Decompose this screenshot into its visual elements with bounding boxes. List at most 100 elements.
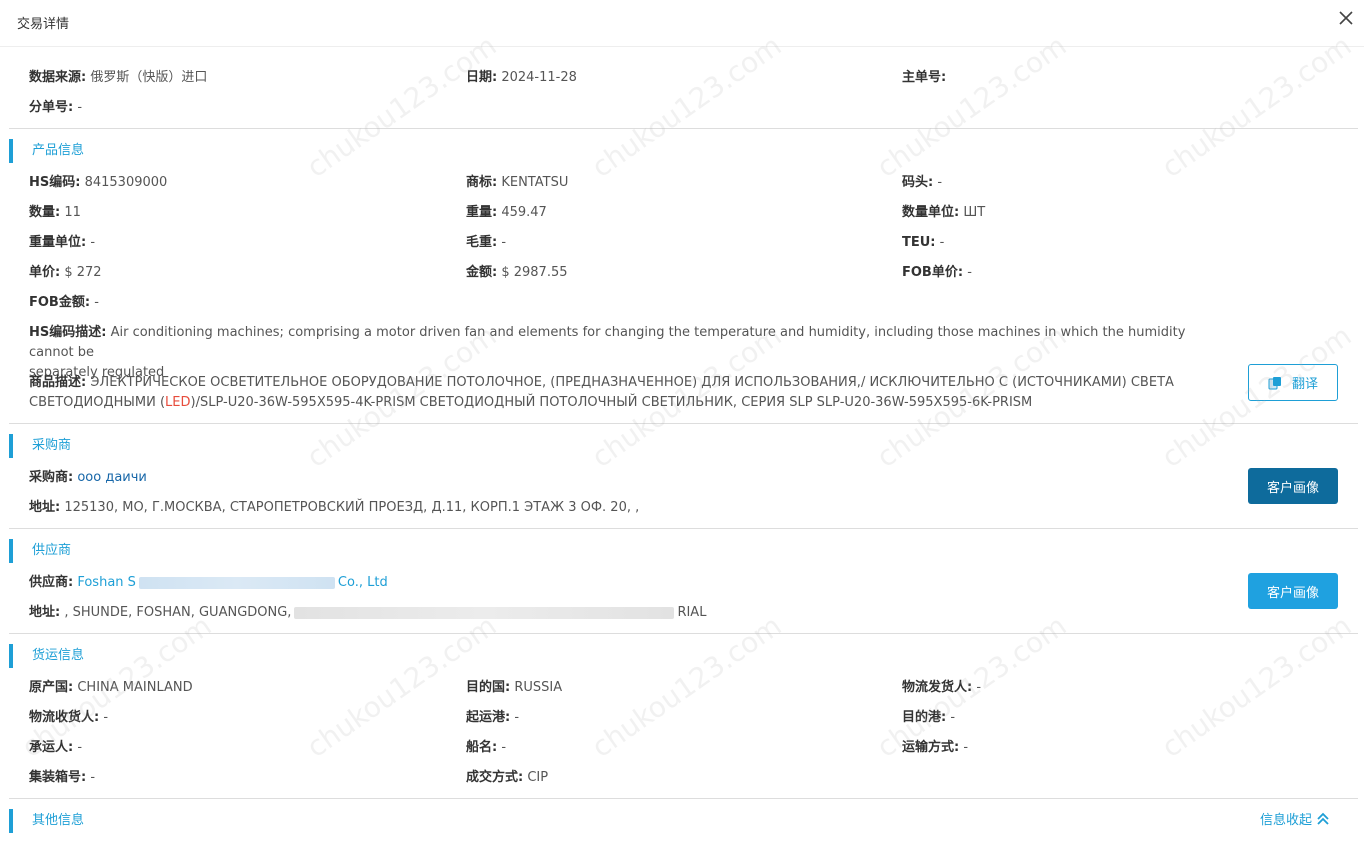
- transport-mode-value: -: [963, 740, 969, 755]
- section-title-supplier: 供应商: [9, 539, 71, 563]
- destination-country-value: RUSSIA: [514, 680, 563, 695]
- brand-value: KENTATSU: [501, 175, 569, 190]
- destination-port-label: 目的港:: [902, 710, 947, 725]
- supplier-name-prefix[interactable]: Foshan S: [77, 575, 136, 590]
- departure-port-value: -: [514, 710, 520, 725]
- fob-unit-price-value: -: [967, 265, 972, 280]
- supplier-address-suffix: RIAL: [677, 605, 707, 620]
- fob-amount-value: -: [94, 295, 99, 310]
- buyer-address-value: 125130, МО, Г.МОСКВА, СТАРОПЕТРОВСКИЙ ПР…: [64, 500, 640, 515]
- destination-port-value: -: [950, 710, 956, 725]
- hs-code-value: 8415309000: [84, 175, 168, 190]
- vessel-name-value: -: [501, 740, 507, 755]
- deal-terms: 成交方式: CIP: [466, 768, 548, 788]
- origin-country-label: 原产国:: [29, 680, 74, 695]
- quantity-label: 数量:: [29, 205, 61, 220]
- buyer-name-link[interactable]: ооо даичи: [77, 470, 147, 485]
- departure-port: 起运港: -: [466, 708, 519, 728]
- origin-country-value: CHINA MAINLAND: [77, 680, 193, 695]
- fob-unit-price: FOB单价: -: [902, 263, 972, 283]
- translate-label: 翻译: [1291, 377, 1318, 392]
- hs-code-label: HS编码:: [29, 175, 81, 190]
- translate-icon: [1268, 376, 1281, 389]
- section-title-product: 产品信息: [9, 139, 84, 163]
- divider: [9, 798, 1358, 799]
- quantity: 数量: 11: [29, 203, 81, 223]
- supplier-address-label: 地址:: [29, 605, 61, 620]
- deal-terms-label: 成交方式:: [466, 770, 524, 785]
- container-number-label: 集装箱号:: [29, 770, 87, 785]
- logistics-shipper-label: 物流发货人:: [902, 680, 973, 695]
- deal-terms-value: CIP: [527, 770, 549, 785]
- logistics-consignee-value: -: [103, 710, 109, 725]
- teu: TEU: -: [902, 233, 944, 253]
- hs-code-description-label: HS编码描述:: [29, 325, 107, 340]
- date: 日期: 2024-11-28: [466, 68, 577, 88]
- dialog-header: 交易详情: [0, 0, 1364, 47]
- translate-button[interactable]: 翻译: [1248, 364, 1338, 401]
- weight: 重量: 459.47: [466, 203, 547, 223]
- section-title-other: 其他信息: [9, 809, 84, 833]
- divider: [9, 528, 1358, 529]
- departure-port-label: 起运港:: [466, 710, 511, 725]
- fob-amount: FOB金额: -: [29, 293, 99, 313]
- gross-weight: 毛重: -: [466, 233, 506, 253]
- logistics-shipper-value: -: [976, 680, 982, 695]
- supplier-profile-button[interactable]: 客户画像: [1248, 573, 1338, 609]
- goods-description: 商品描述: ЭЛЕКТРИЧЕСКОЕ ОСВЕТИТЕЛЬНОЕ ОБОРУД…: [29, 373, 1229, 413]
- dialog-title: 交易详情: [17, 17, 70, 32]
- supplier-name-redacted: [138, 576, 335, 589]
- buyer-name: 采购商: ооо даичи: [29, 468, 147, 488]
- hs-code: HS编码: 8415309000: [29, 173, 167, 193]
- unit-price: 单价: $ 272: [29, 263, 102, 283]
- quantity-unit-label: 数量单位:: [902, 205, 960, 220]
- goods-description-line2a: СВЕТОДИОДНЫМИ (: [29, 395, 166, 410]
- teu-label: TEU:: [902, 235, 936, 250]
- supplier-name: 供应商: Foshan S Co., Ltd: [29, 573, 388, 593]
- origin-country: 原产国: CHINA MAINLAND: [29, 678, 193, 698]
- master-bill-label: 主单号:: [902, 70, 947, 85]
- sub-bill-label: 分单号:: [29, 100, 74, 115]
- double-chevron-up-icon: [1317, 812, 1329, 825]
- logistics-shipper: 物流发货人: -: [902, 678, 981, 698]
- logistics-consignee-label: 物流收货人:: [29, 710, 100, 725]
- divider: [9, 633, 1358, 634]
- supplier-name-suffix[interactable]: Co., Ltd: [338, 575, 388, 590]
- supplier-address-redacted: [294, 606, 675, 619]
- brand-label: 商标:: [466, 175, 498, 190]
- container-number: 集装箱号: -: [29, 768, 95, 788]
- gross-weight-value: -: [501, 235, 507, 250]
- buyer-profile-button[interactable]: 客户画像: [1248, 468, 1338, 504]
- master-bill: 主单号:: [902, 68, 946, 88]
- supplier-address: 地址: , SHUNDE, FOSHAN, GUANGDONG, RIAL: [29, 603, 706, 623]
- logistics-consignee: 物流收货人: -: [29, 708, 108, 728]
- collapse-toggle[interactable]: 信息收起: [1260, 810, 1330, 832]
- destination-port: 目的港: -: [902, 708, 955, 728]
- section-title-buyer: 采购商: [9, 434, 71, 458]
- watermark: chukou123.com: [870, 28, 1073, 185]
- data-source: 数据来源: 俄罗斯（快版）进口: [29, 68, 207, 88]
- weight-value: 459.47: [501, 205, 547, 220]
- teu-value: -: [939, 235, 945, 250]
- gross-weight-label: 毛重:: [466, 235, 498, 250]
- destination-country-label: 目的国:: [466, 680, 511, 695]
- marks-value: -: [937, 175, 943, 190]
- goods-description-led: LED: [165, 395, 191, 410]
- buyer-address: 地址: 125130, МО, Г.МОСКВА, СТАРОПЕТРОВСКИ…: [29, 498, 639, 518]
- vessel-name-label: 船名:: [466, 740, 498, 755]
- goods-description-line1: ЭЛЕКТРИЧЕСКОЕ ОСВЕТИТЕЛЬНОЕ ОБОРУДОВАНИЕ…: [90, 375, 1174, 390]
- carrier-label: 承运人:: [29, 740, 74, 755]
- close-icon[interactable]: [1334, 6, 1358, 30]
- watermark: chukou123.com: [1155, 28, 1358, 185]
- date-value: 2024-11-28: [501, 70, 577, 85]
- goods-description-line2b: )/SLP-U20-36W-595X595-4K-PRISM СВЕТОДИОД…: [190, 395, 1033, 410]
- quantity-unit-value: ШТ: [963, 205, 986, 220]
- weight-unit: 重量单位: -: [29, 233, 95, 253]
- brand: 商标: KENTATSU: [466, 173, 568, 193]
- amount: 金额: $ 2987.55: [466, 263, 568, 283]
- marks: 码头: -: [902, 173, 942, 193]
- vessel-name: 船名: -: [466, 738, 506, 758]
- unit-price-value: $ 272: [64, 265, 102, 280]
- supplier-address-prefix: , SHUNDE, FOSHAN, GUANGDONG,: [64, 605, 292, 620]
- data-source-label: 数据来源:: [29, 70, 87, 85]
